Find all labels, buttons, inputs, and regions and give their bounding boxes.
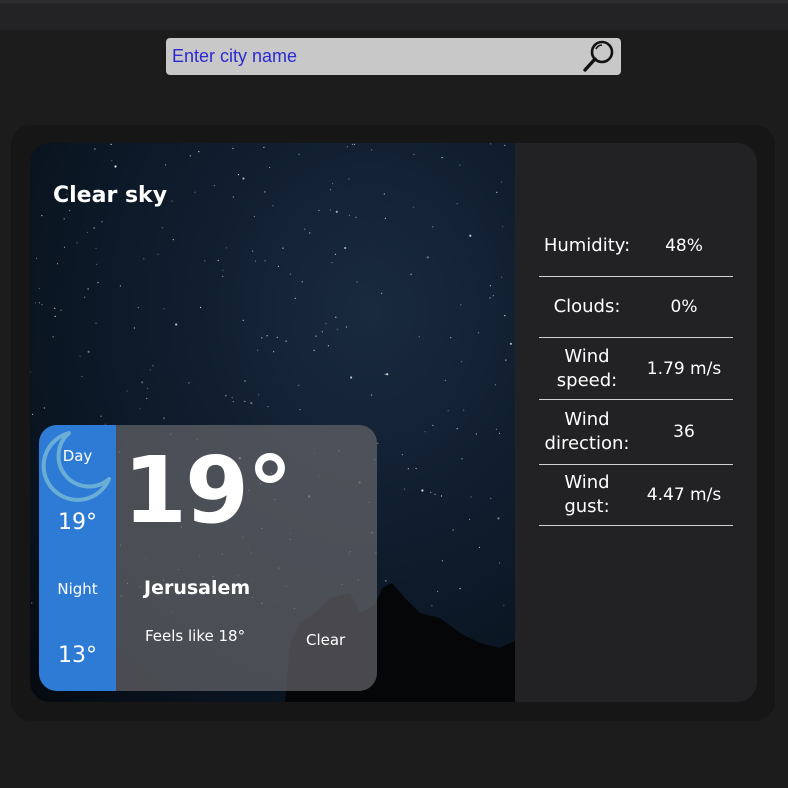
night-label: Night bbox=[57, 580, 98, 598]
day-temperature: 19° bbox=[58, 510, 97, 535]
detail-row-wind-gust: Wind gust: 4.47 m/s bbox=[539, 465, 733, 526]
detail-label: Clouds: bbox=[553, 296, 621, 317]
top-bar bbox=[0, 0, 788, 30]
city-name: Jerusalem bbox=[144, 577, 251, 599]
weather-panel: Clear sky Day 19° Night 13° 19° Jerusale… bbox=[30, 143, 757, 702]
detail-row-humidity: Humidity: 48% bbox=[539, 216, 733, 277]
night-temperature: 13° bbox=[58, 643, 97, 668]
details-panel: Humidity: 48% Clouds: 0% Wind speed: 1.7… bbox=[515, 143, 757, 702]
detail-row-wind-direction: Wind direction: 36 bbox=[539, 400, 733, 465]
detail-value: 4.47 m/s bbox=[646, 485, 722, 505]
weather-description: Clear sky bbox=[53, 183, 168, 208]
search-button[interactable] bbox=[580, 38, 618, 75]
crescent-moon-icon bbox=[41, 431, 111, 502]
detail-label: Wind direction: bbox=[544, 409, 630, 454]
detail-label: Wind gust: bbox=[564, 472, 610, 517]
temperature-widget: Day 19° Night 13° 19° Jerusalem Feels li… bbox=[39, 425, 377, 691]
detail-label: Humidity: bbox=[543, 235, 631, 256]
detail-value: 0% bbox=[670, 297, 698, 317]
magnifier-icon bbox=[583, 40, 614, 72]
feels-like: Feels like 18° bbox=[145, 627, 246, 645]
current-temperature: 19° bbox=[123, 437, 293, 544]
detail-row-clouds: Clouds: 0% bbox=[539, 277, 733, 338]
search-input[interactable] bbox=[172, 38, 572, 75]
detail-value: 48% bbox=[665, 236, 703, 256]
detail-value: 36 bbox=[673, 422, 695, 442]
detail-value: 1.79 m/s bbox=[646, 358, 722, 379]
search-bar bbox=[166, 38, 621, 75]
night-sky-background: Clear sky Day 19° Night 13° 19° Jerusale… bbox=[30, 143, 515, 702]
detail-label: Wind speed: bbox=[556, 345, 618, 391]
detail-row-wind-speed: Wind speed: 1.79 m/s bbox=[539, 338, 733, 400]
weather-condition: Clear bbox=[306, 631, 346, 649]
